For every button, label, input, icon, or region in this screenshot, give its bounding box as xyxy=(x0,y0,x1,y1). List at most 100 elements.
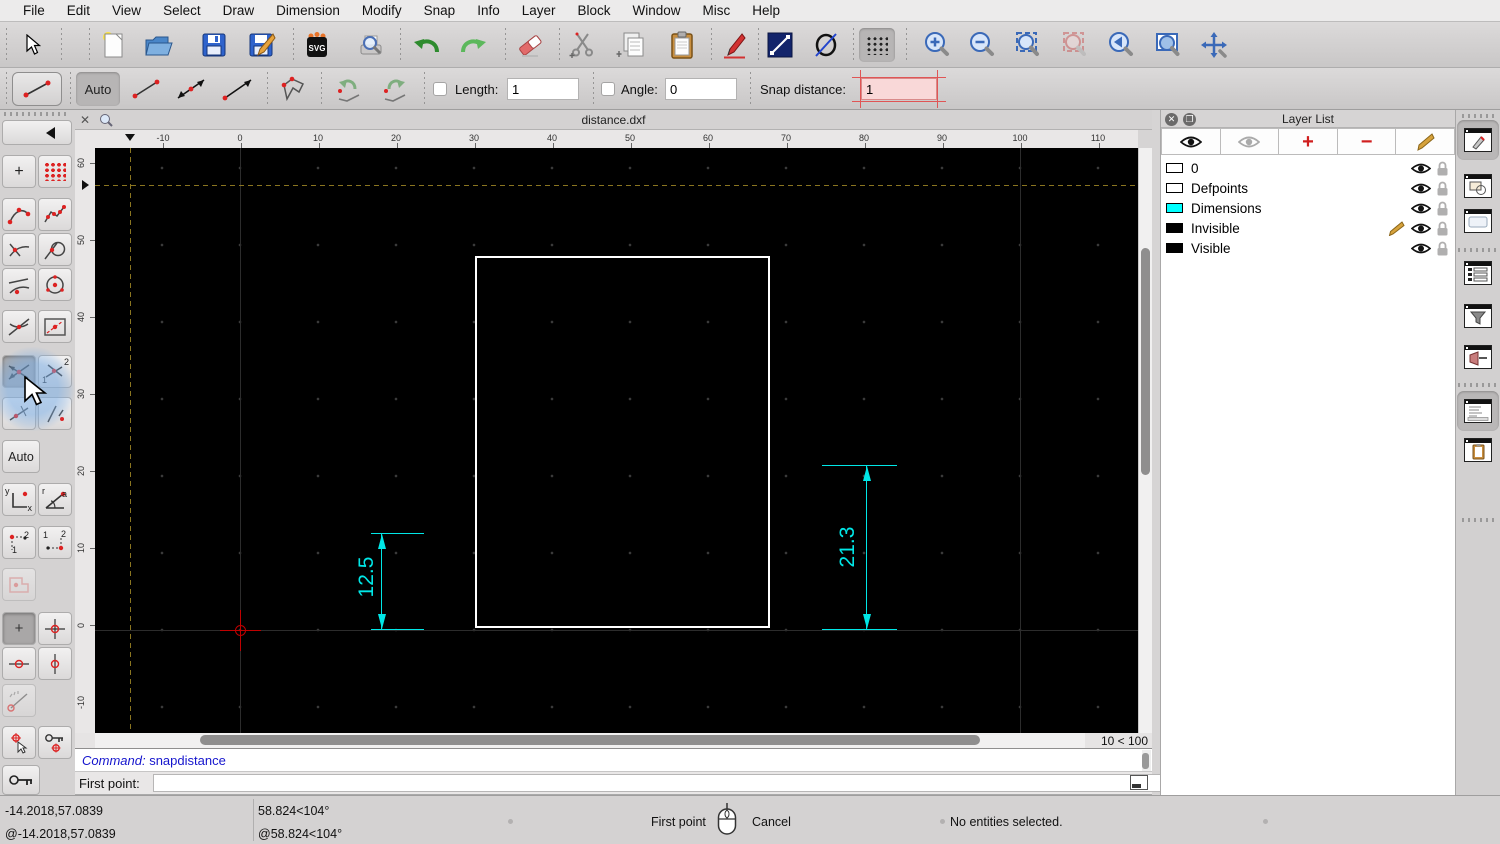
zoom-window-button[interactable] xyxy=(1150,28,1186,62)
length-checkbox[interactable] xyxy=(433,82,447,96)
copy-button[interactable] xyxy=(612,28,648,62)
cartesian-coordinates-button[interactable]: y x xyxy=(2,483,36,516)
menu-file[interactable]: File xyxy=(12,0,56,21)
current-tool-line-button[interactable] xyxy=(12,72,62,106)
snap-middle-button[interactable] xyxy=(2,310,36,343)
snap-back-button[interactable] xyxy=(2,120,72,145)
dock-pen-palette-button[interactable] xyxy=(1461,341,1495,373)
layer-visible-icon[interactable] xyxy=(1411,242,1431,255)
drawing-canvas[interactable]: 12.5 21.3 xyxy=(95,148,1138,733)
snap-distance-input[interactable] xyxy=(861,78,937,100)
layer-visible-icon[interactable] xyxy=(1411,202,1431,215)
snap-tangent-button[interactable] xyxy=(38,233,72,266)
horizontal-scrollbar[interactable] xyxy=(95,733,1085,748)
grid-toggle-button[interactable] xyxy=(859,28,895,62)
layer-color-swatch[interactable] xyxy=(1166,203,1183,213)
layer-lock-icon[interactable] xyxy=(1436,221,1449,236)
command-scrollbar[interactable] xyxy=(1142,750,1151,771)
relative-zero-key-button[interactable] xyxy=(2,765,40,795)
undo-segment-button[interactable] xyxy=(328,72,370,106)
document-titlebar[interactable]: ✕ distance.dxf xyxy=(75,110,1152,130)
remove-layer-button[interactable]: − xyxy=(1337,128,1397,155)
layer-lock-icon[interactable] xyxy=(1436,241,1449,256)
restrict-vertical-button[interactable] xyxy=(38,647,72,680)
polyline-close-button[interactable] xyxy=(273,72,315,106)
menu-window[interactable]: Window xyxy=(622,0,692,21)
rectangle-entity[interactable] xyxy=(475,256,770,628)
zoom-pan-button[interactable] xyxy=(1196,28,1232,62)
layer-row-dimensions[interactable]: Dimensions xyxy=(1161,198,1455,218)
draw-pen-button[interactable] xyxy=(716,28,752,62)
layer-visible-icon[interactable] xyxy=(1411,222,1431,235)
line-both-directions-button[interactable] xyxy=(170,72,212,106)
line-auto-mode-button[interactable]: Auto xyxy=(76,72,120,106)
dock-block-list-button[interactable] xyxy=(1461,170,1495,202)
menu-info[interactable]: Info xyxy=(466,0,511,21)
redo-button[interactable] xyxy=(455,28,491,62)
edit-layer-button[interactable] xyxy=(1396,128,1455,155)
print-preview-button[interactable] xyxy=(353,28,389,62)
restrict-horizontal-button[interactable] xyxy=(2,647,36,680)
horizontal-scrollbar-thumb[interactable] xyxy=(200,735,980,745)
layer-lock-icon[interactable] xyxy=(1436,181,1449,196)
line-scale-button[interactable] xyxy=(762,28,798,62)
vertical-scrollbar-thumb[interactable] xyxy=(1141,248,1150,475)
snap-on-entity-button[interactable] xyxy=(38,198,72,231)
angle-input[interactable] xyxy=(665,78,737,100)
layer-lock-icon[interactable] xyxy=(1436,161,1449,176)
menu-layer[interactable]: Layer xyxy=(511,0,567,21)
command-scrollbar-thumb[interactable] xyxy=(1142,753,1149,769)
coordinate-auto-button[interactable]: Auto xyxy=(2,440,40,473)
keyboard-toggle-button[interactable] xyxy=(1130,775,1148,790)
vertical-scrollbar[interactable] xyxy=(1138,148,1152,733)
undo-button[interactable] xyxy=(409,28,445,62)
hide-all-layers-button[interactable] xyxy=(1220,128,1280,155)
zoom-out-button[interactable] xyxy=(964,28,1000,62)
open-file-button[interactable] xyxy=(141,28,177,62)
dock-selection-filter-button[interactable] xyxy=(1461,300,1495,332)
menu-help[interactable]: Help xyxy=(741,0,791,21)
snap-reference-button[interactable] xyxy=(38,310,72,343)
polar-coordinates-button[interactable]: r a xyxy=(38,483,72,516)
set-relative-zero-button[interactable] xyxy=(2,726,36,759)
command-input[interactable] xyxy=(153,774,1199,792)
restrict-orthogonal-both-button[interactable] xyxy=(38,612,72,645)
command-history[interactable]: Command: snapdistance xyxy=(75,748,1152,772)
relative-cartesian-button[interactable]: 1 2 xyxy=(2,526,36,559)
menu-view[interactable]: View xyxy=(101,0,152,21)
layer-row-visible[interactable]: Visible xyxy=(1161,238,1455,258)
paste-button[interactable] xyxy=(664,28,700,62)
select-cursor-button[interactable] xyxy=(14,28,50,62)
menu-select[interactable]: Select xyxy=(152,0,212,21)
layer-visible-icon[interactable] xyxy=(1411,182,1431,195)
layer-row-0[interactable]: 0 xyxy=(1161,158,1455,178)
new-file-button[interactable] xyxy=(95,28,131,62)
layer-lock-icon[interactable] xyxy=(1436,201,1449,216)
show-all-layers-button[interactable] xyxy=(1161,128,1221,155)
relative-polar-button[interactable]: 1 2 xyxy=(38,526,72,559)
dock-command-line-button[interactable] xyxy=(1457,391,1499,431)
line-two-points-button[interactable] xyxy=(126,72,166,106)
layer-color-swatch[interactable] xyxy=(1166,163,1183,173)
layer-color-swatch[interactable] xyxy=(1166,223,1183,233)
ellipse-tool-button[interactable] xyxy=(808,28,844,62)
restrict-nothing-button[interactable]: + xyxy=(2,612,36,645)
layer-visible-icon[interactable] xyxy=(1411,162,1431,175)
menu-dimension[interactable]: Dimension xyxy=(265,0,351,21)
cut-button[interactable] xyxy=(565,28,601,62)
menu-block[interactable]: Block xyxy=(567,0,622,21)
line-one-direction-button[interactable] xyxy=(217,72,259,106)
save-as-button[interactable] xyxy=(244,28,280,62)
snap-nearest-button[interactable] xyxy=(2,268,36,301)
snap-perpendicular-button[interactable] xyxy=(2,233,36,266)
snap-grid-button[interactable] xyxy=(38,155,72,188)
zoom-in-button[interactable] xyxy=(919,28,955,62)
lock-relative-zero-button[interactable] xyxy=(38,726,72,759)
snap-free-button[interactable]: + xyxy=(2,155,36,188)
zoom-previous-button[interactable] xyxy=(1103,28,1139,62)
angle-checkbox[interactable] xyxy=(601,82,615,96)
menu-misc[interactable]: Misc xyxy=(692,0,742,21)
snap-endpoints-button[interactable] xyxy=(2,198,36,231)
export-svg-button[interactable]: SVG xyxy=(299,28,335,62)
layer-color-swatch[interactable] xyxy=(1166,243,1183,253)
